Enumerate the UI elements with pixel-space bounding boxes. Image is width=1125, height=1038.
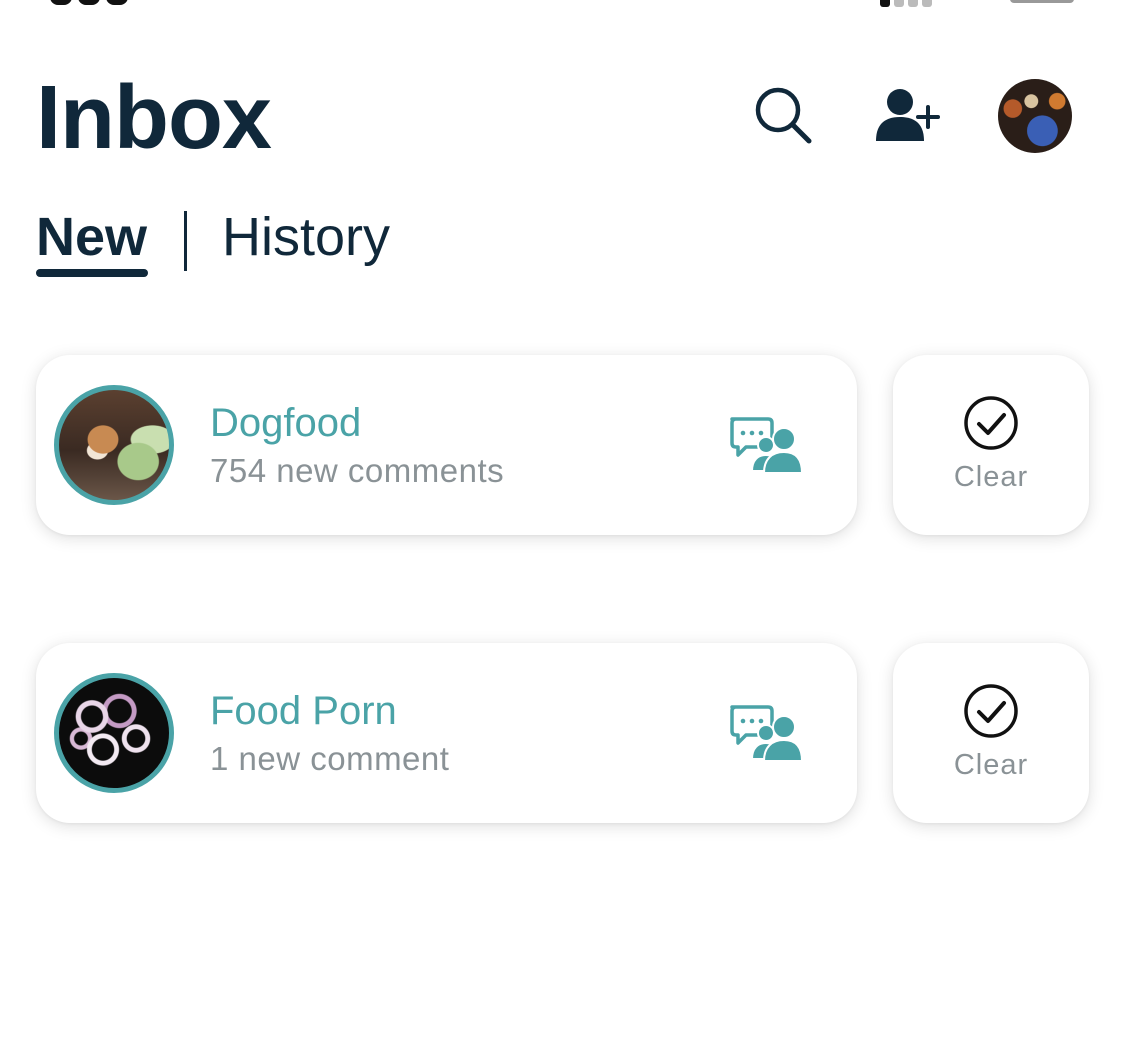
search-button[interactable] <box>750 82 816 148</box>
group-comments-icon <box>730 417 804 474</box>
tab-new[interactable]: New <box>36 205 147 269</box>
community-avatar <box>54 385 174 505</box>
tab-history[interactable]: History <box>222 205 390 269</box>
add-user-button[interactable] <box>874 82 940 148</box>
profile-avatar[interactable] <box>998 79 1072 153</box>
add-user-icon <box>876 89 940 141</box>
check-circle-icon <box>964 396 1018 450</box>
notification-card-food-porn[interactable]: Food Porn 1 new comment <box>36 643 857 823</box>
status-time <box>50 0 200 5</box>
comment-count: 1 new comment <box>210 740 450 777</box>
clear-button[interactable]: Clear <box>893 355 1089 535</box>
group-comments-icon <box>730 705 804 762</box>
inbox-screen: Inbox New History Dogfood 754 new commen… <box>0 0 1125 1038</box>
search-icon <box>755 87 812 144</box>
battery-icon <box>1010 0 1074 3</box>
status-bar <box>0 0 1125 7</box>
clear-button[interactable]: Clear <box>893 643 1089 823</box>
active-tab-indicator <box>36 269 148 277</box>
community-name: Dogfood <box>210 401 362 445</box>
community-avatar <box>54 673 174 793</box>
clear-label: Clear <box>953 461 1029 493</box>
signal-icon <box>880 0 936 7</box>
community-name: Food Porn <box>210 689 397 733</box>
tab-divider <box>184 211 187 271</box>
check-circle-icon <box>964 684 1018 738</box>
comment-count: 754 new comments <box>210 452 505 489</box>
clear-label: Clear <box>953 749 1029 781</box>
notification-card-dogfood[interactable]: Dogfood 754 new comments <box>36 355 857 535</box>
page-title: Inbox <box>36 68 272 168</box>
